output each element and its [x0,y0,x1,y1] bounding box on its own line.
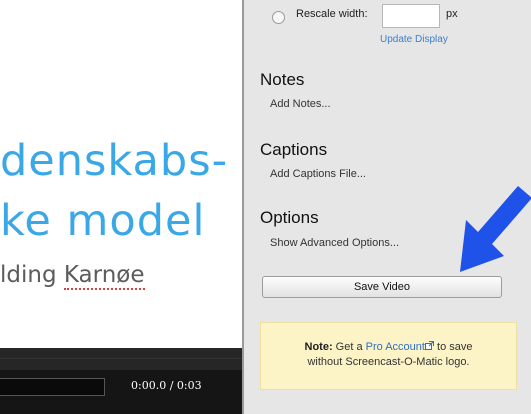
rescale-width-input[interactable] [382,4,440,28]
note-text: Note: Get a Pro Account to save without … [261,340,516,370]
pro-account-link[interactable]: Pro Account [366,341,425,353]
pro-account-note: Note: Get a Pro Account to save without … [260,322,517,390]
player-controls: 0:00.0 / 0:03 [0,348,242,414]
pointer-arrow-icon [460,186,531,272]
rescale-label: Rescale width: [296,8,368,20]
slide-author: lding Karnøe [0,262,145,290]
slide-title-line-2: ke model [0,196,206,246]
captions-heading: Captions [260,140,328,159]
update-display-link[interactable]: Update Display [380,34,448,45]
slide-author-name: Karnøe [63,262,145,290]
note-text-part-1: Get a [335,341,363,353]
external-link-icon [424,341,434,350]
slide-title-line-1: denskabs- [0,136,229,186]
player-strip [0,348,242,370]
add-notes-link[interactable]: Add Notes... [270,98,331,110]
slide-author-prefix: lding [0,262,64,288]
save-video-button[interactable]: Save Video [262,276,502,298]
note-label: Note: [304,341,333,353]
options-heading: Options [260,208,319,227]
note-text-part-2: to save [437,341,473,353]
add-captions-link[interactable]: Add Captions File... [270,168,366,180]
seek-bar[interactable] [0,378,105,396]
timecode: 0:00.0 / 0:03 [131,379,202,392]
advanced-options-link[interactable]: Show Advanced Options... [270,237,399,249]
rescale-radio[interactable] [272,11,285,24]
px-label: px [446,8,458,20]
note-text-part-3: without Screencast-O-Matic logo. [307,356,470,368]
notes-heading: Notes [260,70,305,89]
video-preview: denskabs- ke model lding Karnøe 0:00.0 /… [0,0,242,414]
